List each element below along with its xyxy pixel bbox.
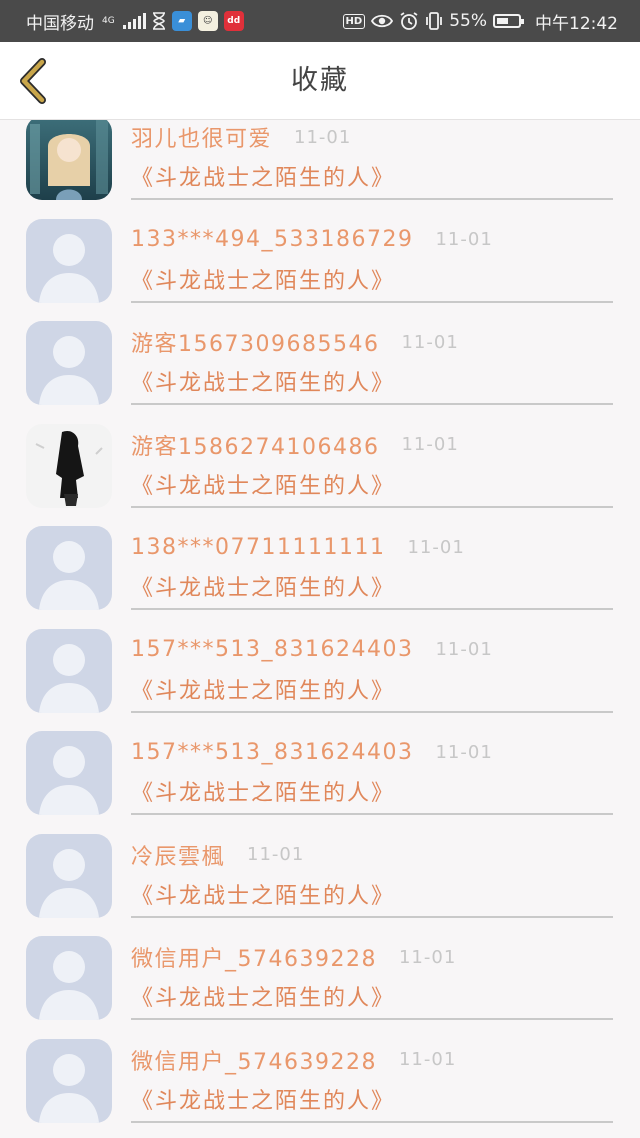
- user-avatar-image[interactable]: [26, 120, 112, 200]
- user-name: 微信用户_574639228: [131, 1049, 377, 1075]
- favorite-item[interactable]: 游客1567309685546 11-01 《斗龙战士之陌生的人》: [0, 321, 640, 427]
- row-divider: [131, 608, 613, 610]
- face-app-icon: ☺: [197, 11, 218, 31]
- user-name: 微信用户_574639228: [131, 947, 377, 972]
- battery-icon: [493, 14, 524, 28]
- vibrate-icon: [426, 12, 443, 30]
- favorite-item[interactable]: 羽儿也很可爱 11-01 《斗龙战士之陌生的人》: [0, 120, 640, 222]
- work-title-link[interactable]: 《斗龙战士之陌生的人》: [131, 365, 395, 397]
- default-avatar-icon[interactable]: [26, 1038, 112, 1123]
- favorite-date: 11-01: [401, 434, 459, 455]
- default-avatar-icon[interactable]: [26, 526, 112, 610]
- work-title-link[interactable]: 《斗龙战士之陌生的人》: [131, 878, 395, 910]
- work-title-link[interactable]: 《斗龙战士之陌生的人》: [131, 160, 395, 192]
- favorite-date: 11-01: [401, 331, 459, 353]
- favorite-date: 11-01: [247, 844, 305, 865]
- status-bar: 中国移动 4G ▰ ☺ dd HD 55% 中午12:42: [0, 0, 640, 42]
- favorite-date: 11-01: [407, 536, 465, 558]
- row-divider: [131, 710, 613, 713]
- app-header: 收藏: [0, 42, 640, 120]
- page-title: 收藏: [291, 65, 349, 96]
- hd-badge: HD: [342, 13, 366, 29]
- favorite-meta: 138***07711111111 11-01: [131, 530, 465, 564]
- default-avatar-icon[interactable]: [26, 628, 112, 713]
- favorite-meta: 157***513_831624403 11-01: [131, 633, 493, 667]
- clock: 中午12:42: [535, 13, 618, 34]
- user-name: 冷辰雲楓: [131, 844, 226, 870]
- user-name: 157***513_831624403: [131, 637, 414, 662]
- battery-percent: 55%: [449, 11, 487, 31]
- network-type: 4G: [102, 15, 115, 26]
- user-name: 游客1567309685546: [131, 332, 380, 357]
- favorite-item[interactable]: 微信用户_574639228 11-01 《斗龙战士之陌生的人》: [0, 1038, 640, 1138]
- favorite-date: 11-01: [435, 741, 493, 763]
- hourglass-icon: [152, 12, 165, 30]
- row-divider: [131, 1018, 613, 1020]
- work-title-link[interactable]: 《斗龙战士之陌生的人》: [131, 263, 395, 295]
- alarm-icon: [400, 12, 418, 30]
- work-title-link[interactable]: 《斗龙战士之陌生的人》: [131, 673, 395, 705]
- favorite-meta: 冷辰雲楓 11-01: [131, 838, 304, 872]
- work-title-link[interactable]: 《斗龙战士之陌生的人》: [131, 980, 395, 1012]
- favorite-date: 11-01: [398, 1049, 457, 1070]
- work-title-link[interactable]: 《斗龙战士之陌生的人》: [131, 468, 395, 500]
- row-divider: [131, 300, 613, 303]
- row-divider: [131, 813, 613, 815]
- carrier-name: 中国移动: [26, 13, 94, 34]
- delivery-app-icon: ▰: [171, 11, 192, 31]
- signal-icon: [122, 13, 146, 29]
- row-divider: [131, 403, 613, 405]
- row-divider: [131, 505, 613, 508]
- user-name: 133***494_533186729: [131, 227, 414, 252]
- row-divider: [131, 1120, 613, 1123]
- favorite-item[interactable]: 冷辰雲楓 11-01 《斗龙战士之陌生的人》: [0, 833, 640, 940]
- battery-level-fill: [497, 18, 508, 24]
- favorite-date: 11-01: [435, 229, 493, 250]
- favorite-date: 11-01: [294, 126, 352, 148]
- default-avatar-icon[interactable]: [26, 833, 112, 918]
- favorite-item[interactable]: 游客1586274106486 11-01 《斗龙战士之陌生的人》: [0, 423, 640, 530]
- favorite-meta: 微信用户_574639228 11-01: [131, 940, 456, 974]
- red-app-icon: dd: [223, 11, 244, 31]
- work-title-link[interactable]: 《斗龙战士之陌生的人》: [131, 570, 395, 602]
- user-name: 羽儿也很可爱: [131, 127, 273, 152]
- default-avatar-icon[interactable]: [26, 936, 112, 1020]
- default-avatar-icon[interactable]: [26, 321, 112, 405]
- favorite-item[interactable]: 157***513_831624403 11-01 《斗龙战士之陌生的人》: [0, 628, 640, 735]
- user-name: 138***07711111111: [131, 534, 386, 560]
- favorites-list: 羽儿也很可爱 11-01 《斗龙战士之陌生的人》 133***494_53318672…: [0, 120, 640, 1138]
- favorite-meta: 游客1586274106486 11-01: [131, 428, 459, 462]
- favorite-meta: 微信用户_574639228 11-01: [131, 1043, 456, 1077]
- favorite-meta: 游客1567309685546 11-01: [131, 325, 459, 359]
- user-name: 游客1586274106486: [131, 434, 380, 460]
- favorite-item[interactable]: 133***494_533186729 11-01 《斗龙战士之陌生的人》: [0, 218, 640, 325]
- favorite-meta: 157***513_831624403 11-01: [131, 735, 493, 769]
- eye-icon: [371, 14, 394, 28]
- row-divider: [131, 915, 613, 918]
- default-avatar-icon[interactable]: [26, 731, 112, 815]
- favorite-meta: 133***494_533186729 11-01: [131, 223, 493, 257]
- user-avatar-image[interactable]: [26, 423, 112, 508]
- favorite-date: 11-01: [435, 639, 493, 660]
- work-title-link[interactable]: 《斗龙战士之陌生的人》: [131, 1083, 395, 1115]
- default-avatar-icon[interactable]: [26, 218, 112, 303]
- favorite-item[interactable]: 138***07711111111 11-01 《斗龙战士之陌生的人》: [0, 526, 640, 632]
- favorite-item[interactable]: 157***513_831624403 11-01 《斗龙战士之陌生的人》: [0, 731, 640, 837]
- row-divider: [131, 198, 613, 200]
- favorite-item[interactable]: 微信用户_574639228 11-01 《斗龙战士之陌生的人》: [0, 936, 640, 1042]
- favorite-date: 11-01: [398, 946, 457, 968]
- user-name: 157***513_831624403: [131, 739, 414, 765]
- work-title-link[interactable]: 《斗龙战士之陌生的人》: [131, 775, 395, 807]
- favorite-meta: 羽儿也很可爱 11-01: [131, 120, 351, 154]
